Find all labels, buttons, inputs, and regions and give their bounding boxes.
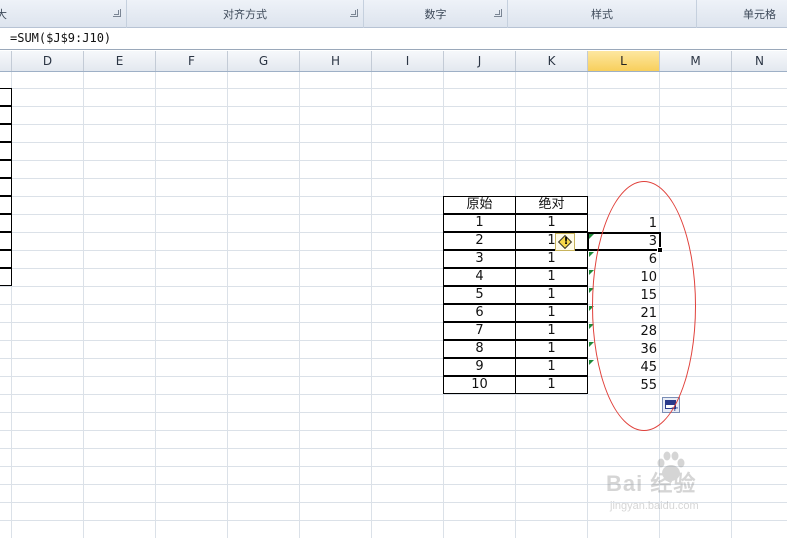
error-warning-button[interactable]: ! [555,233,575,251]
ribbon-group-label-cells: 单元格 [743,8,776,21]
cell-original[interactable]: 1 [443,214,516,232]
partial-table-cell[interactable] [0,124,12,142]
column-header-m[interactable]: M [660,51,732,71]
grid-row-line [0,106,787,107]
cell-original[interactable]: 9 [443,358,516,376]
partial-table-cell[interactable] [0,160,12,178]
formula-bar[interactable]: =SUM($J$9:J10) [0,28,787,50]
cell-absolute[interactable]: 1 [515,250,588,268]
cell-absolute[interactable]: 1 [515,304,588,322]
ribbon-group-labels: 大 对齐方式 数字 样式 单元格 [0,0,787,28]
ribbon-group-label-font: 大 [0,8,7,21]
ribbon-group-font: 大 [0,0,127,28]
column-header-k[interactable]: K [516,51,588,71]
ribbon-group-number: 数字 [364,0,508,28]
column-header-j[interactable]: J [444,51,516,71]
grid-column-line [155,72,156,538]
cell-absolute[interactable]: 1 [515,358,588,376]
formula-input[interactable]: =SUM($J$9:J10) [10,31,111,45]
cell-absolute[interactable]: 1 [515,376,588,394]
column-header-n[interactable]: N [732,51,787,71]
cell-absolute[interactable]: 1 [515,322,588,340]
column-header-i[interactable]: I [372,51,444,71]
error-indicator-icon [589,360,594,365]
column-header-h[interactable]: H [300,51,372,71]
error-indicator-icon [589,342,594,347]
ribbon-group-label-styles: 样式 [591,8,613,21]
number-dialog-launcher-icon[interactable] [494,9,502,17]
partial-table-cell[interactable] [0,214,12,232]
column-header-f[interactable]: F [156,51,228,71]
cell-original[interactable]: 7 [443,322,516,340]
partial-table-cell[interactable] [0,268,12,286]
font-dialog-launcher-icon[interactable] [113,9,121,17]
grid-row-line [0,178,787,179]
cell-absolute[interactable]: 1 [515,286,588,304]
column-header-e[interactable]: E [84,51,156,71]
cell-absolute[interactable]: 1 [515,340,588,358]
grid-column-line [371,72,372,538]
partial-table-cell[interactable] [0,232,12,250]
cell-original[interactable]: 5 [443,286,516,304]
column-header-d[interactable]: D [12,51,84,71]
error-indicator-icon [589,252,594,257]
header-original[interactable]: 原始 [443,196,516,214]
grid-row-line [0,124,787,125]
grid-row-line [0,142,787,143]
cell-original[interactable]: 4 [443,268,516,286]
ribbon-group-alignment: 对齐方式 [127,0,364,28]
grid-row-line [0,430,787,431]
ribbon-group-cells: 单元格 [697,0,787,28]
partial-table-cell[interactable] [0,106,12,124]
column-headers: D E F G H I J K L M N [0,51,787,72]
watermark-brand: Bai 经验 [606,471,697,496]
cell-absolute[interactable]: 1 [515,232,588,250]
cell-absolute[interactable]: 1 [515,214,588,232]
cell-original[interactable]: 10 [443,376,516,394]
ribbon-group-styles: 样式 [508,0,697,28]
header-absolute[interactable]: 绝对 [515,196,588,214]
grid-row-line [0,160,787,161]
cell-original[interactable]: 3 [443,250,516,268]
cell-original[interactable]: 2 [443,232,516,250]
ribbon-group-label-number: 数字 [424,8,447,21]
ribbon-group-label-alignment: 对齐方式 [223,8,267,21]
partial-table-cell[interactable] [0,142,12,160]
column-header-g[interactable]: G [228,51,300,71]
watermark-url: jingyan.baidu.com [610,500,699,512]
grid-column-line [83,72,84,538]
grid-row-line [0,88,787,89]
annotation-ellipse [592,181,696,431]
partial-table-cell[interactable] [0,196,12,214]
cell-original[interactable]: 8 [443,340,516,358]
partial-table-cell[interactable] [0,250,12,268]
partial-table-cell[interactable] [0,178,12,196]
grid-column-line [299,72,300,538]
watermark: Bai 经验 jingyan.baidu.com [588,448,748,524]
cell-original[interactable]: 6 [443,304,516,322]
cell-absolute[interactable]: 1 [515,268,588,286]
grid-column-line [227,72,228,538]
column-header-partial[interactable] [0,51,12,71]
column-header-l[interactable]: L [588,51,660,71]
alignment-dialog-launcher-icon[interactable] [350,9,358,17]
warning-symbol: ! [563,236,569,247]
partial-table-cell[interactable] [0,88,12,106]
